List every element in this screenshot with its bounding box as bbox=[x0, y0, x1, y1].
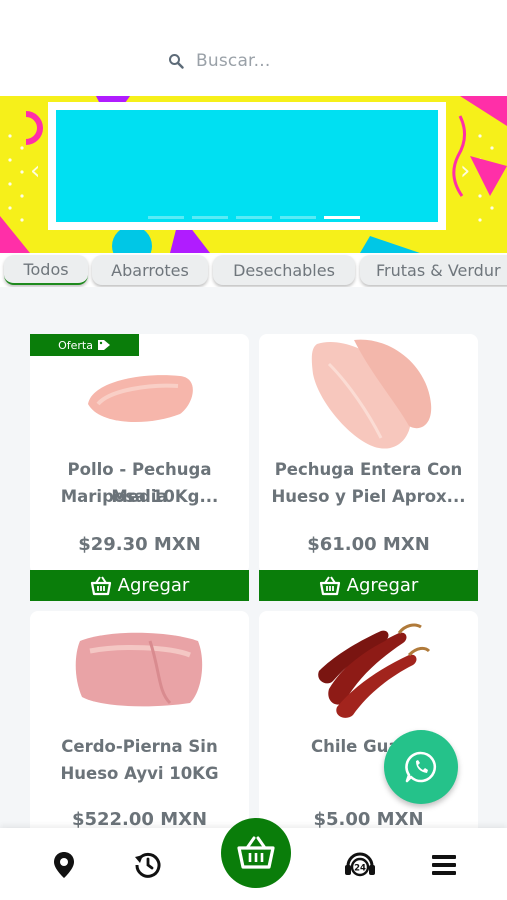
support-24-icon[interactable]: 24 bbox=[343, 850, 377, 880]
basket-icon bbox=[319, 575, 340, 595]
product-price: $5.00 MXN bbox=[313, 809, 424, 830]
tab-abarrotes[interactable]: Abarrotes bbox=[92, 255, 208, 285]
basket-icon bbox=[90, 575, 111, 595]
add-to-cart-button[interactable]: Agregar bbox=[30, 570, 249, 601]
carousel-dot-active[interactable] bbox=[324, 216, 360, 219]
product-image bbox=[75, 632, 203, 707]
tag-icon bbox=[97, 340, 110, 350]
carousel-dot[interactable] bbox=[236, 216, 272, 219]
add-to-cart-label: Agregar bbox=[346, 575, 419, 596]
product-price: $61.00 MXN bbox=[307, 534, 430, 555]
tab-todos[interactable]: Todos bbox=[4, 255, 88, 285]
product-name: Cerdo-Pierna Sin bbox=[61, 737, 218, 756]
product-image bbox=[318, 623, 431, 718]
search-input[interactable]: Buscar... bbox=[196, 51, 271, 71]
product-card[interactable]: Pechuga Entera Con Hueso y Piel Aprox...… bbox=[259, 334, 478, 574]
offer-badge: Oferta bbox=[30, 334, 139, 356]
search-icon bbox=[169, 54, 184, 69]
cart-basket-button[interactable] bbox=[221, 818, 291, 888]
product-name: Mariposa 10Kg... bbox=[60, 487, 219, 506]
carousel-dot[interactable] bbox=[192, 216, 228, 219]
product-image bbox=[311, 339, 432, 449]
carousel-dot[interactable] bbox=[280, 216, 316, 219]
carousel-dot[interactable] bbox=[148, 216, 184, 219]
banner-slide bbox=[48, 102, 446, 230]
product-name: Hueso Ayvi 10KG bbox=[60, 764, 219, 783]
header: Buscar... bbox=[0, 0, 507, 96]
tab-frutas-verduras[interactable]: Frutas & Verdur bbox=[360, 255, 507, 285]
search-bar[interactable]: Buscar... bbox=[168, 48, 271, 74]
promo-banner[interactable]: ‹ › bbox=[0, 96, 507, 253]
add-to-cart-label: Agregar bbox=[117, 575, 190, 596]
carousel-dots bbox=[148, 216, 360, 219]
product-price: $29.30 MXN bbox=[78, 534, 201, 555]
menu-icon[interactable] bbox=[429, 850, 459, 880]
product-price: $522.00 MXN bbox=[71, 809, 208, 830]
cart-basket-icon bbox=[237, 836, 275, 869]
offer-label: Oferta bbox=[58, 338, 93, 352]
product-card[interactable]: Chile Gua $5.00 MXN bbox=[259, 611, 478, 841]
chevron-left-icon[interactable]: ‹ bbox=[30, 156, 40, 186]
add-to-cart-button[interactable]: Agregar bbox=[259, 570, 478, 601]
location-icon[interactable] bbox=[49, 850, 79, 880]
product-name: Hueso y Piel Aprox... bbox=[271, 487, 466, 506]
chevron-right-icon[interactable]: › bbox=[460, 156, 470, 186]
product-name: Pechuga Entera Con bbox=[274, 460, 463, 479]
whatsapp-button[interactable] bbox=[384, 730, 458, 804]
product-card[interactable]: Cerdo-Pierna Sin Hueso Ayvi 10KG $522.00… bbox=[30, 611, 249, 841]
product-card[interactable]: Pollo - Pechuga Media Mariposa 10Kg... $… bbox=[30, 334, 249, 574]
category-tabs: Todos Abarrotes Desechables Frutas & Ver… bbox=[0, 253, 507, 287]
history-icon[interactable] bbox=[133, 850, 163, 880]
whatsapp-icon bbox=[405, 751, 437, 783]
support-badge-text: 24 bbox=[354, 864, 366, 874]
tab-desechables[interactable]: Desechables bbox=[213, 255, 355, 285]
